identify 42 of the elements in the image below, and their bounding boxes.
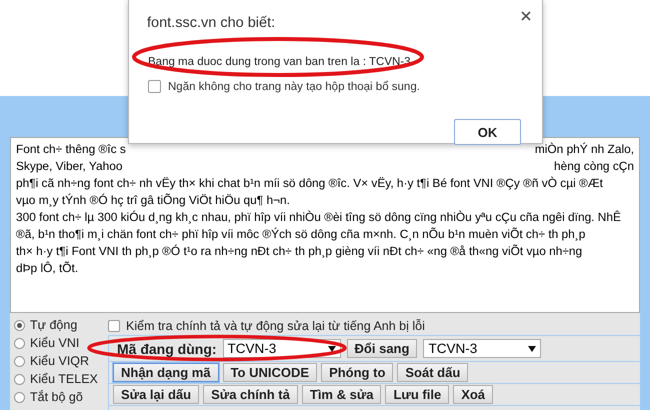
checkbox[interactable] [108, 320, 120, 332]
text-line: 300 font ch÷ lµ 300 kiÓu d¸ng kh¸c nhau, phï hîp víi nhiÒu ®èi tîng sö dông cïng nhiÒu yªu cÇu cña ngêi dïng. NhÊ [16, 209, 622, 226]
text-line: hèng còng cÇn [554, 158, 634, 175]
radio-label: Kiểu TELEX [30, 372, 98, 386]
text-area[interactable] [10, 137, 640, 313]
radio-label: Kiểu VNI [30, 336, 80, 350]
action-button[interactable]: Soát dấu [397, 363, 468, 382]
convert-button[interactable]: Đổi sang [346, 339, 418, 358]
text-line: miÒn phÝ nh Zalo, [534, 141, 634, 158]
action-button[interactable]: Phóng to [321, 363, 394, 382]
radio-button[interactable] [14, 392, 25, 402]
action-button[interactable]: Lưu file [385, 385, 450, 404]
dropdown-arrow-icon [328, 346, 336, 352]
ok-button[interactable]: OK [454, 119, 521, 145]
close-icon[interactable] [521, 11, 531, 21]
action-button[interactable]: Sửa lại dấu [113, 385, 200, 404]
checkbox[interactable] [148, 80, 161, 93]
text-line: ph¶i cã nh÷ng font ch÷ nh vËy th× khi chat b¹n míi sö dông ®îc. V× vËy, h·y t¶i Bé font VNI ®Çy ®ñ vÒ cµi ®Æt [16, 175, 604, 192]
radio-button[interactable] [14, 320, 25, 330]
action-button[interactable]: Xoá [453, 385, 494, 404]
radio-label: Tắt bộ gõ [30, 390, 83, 404]
source-encoding-label: Mã đang dùng: [117, 340, 217, 356]
action-button[interactable]: Tìm & sửa [302, 385, 382, 404]
text-line: vµo m¸y tÝnh ®Ó hç trî gâ tiÕng ViÖt hiÖu qu¶ h¬n. [16, 192, 291, 209]
radio-label: Tự động [30, 318, 78, 332]
radio-label: Kiểu VIQR [30, 354, 90, 368]
radio-button[interactable] [14, 356, 25, 366]
checkbox-label: Kiểm tra chính tả và tự động sửa lại từ tiếng Anh bị lỗi [126, 319, 425, 333]
radio-button[interactable] [14, 374, 25, 384]
radio-button[interactable] [14, 338, 25, 348]
dialog-title: font.ssc.vn cho biết: [147, 15, 276, 31]
checkbox-label: Ngăn không cho trang này tạo hộp thoại bổ sung. [168, 80, 420, 92]
text-line: Skype, Viber, Yahoo [16, 158, 122, 175]
text-line: th× h·y t¶i Font VNI th ph¸p ®Ó t¹o ra nh÷ng nÐt ch÷ th ph¸p gièng víi nÐt ch÷ «ng ®å th«ng viÕt vµo nh÷ng [16, 243, 584, 260]
text-line: Font ch÷ thêng ®îc s [16, 141, 126, 158]
action-button[interactable]: Sửa chính tả [203, 385, 298, 404]
target-encoding-dropdown[interactable]: TCVN-3 [423, 339, 542, 358]
dropdown-arrow-icon [528, 346, 536, 352]
action-button[interactable]: To UNICODE [222, 363, 318, 382]
action-button[interactable]: Nhận dạng mã [113, 363, 219, 382]
text-line: dÞp lÔ, tÕt. [16, 260, 80, 277]
text-line: ®ã, b¹n tho¶i m¸i chän font ch÷ phï hîp víi môc ®Ých sö dông cña m×nh. C¸n nÕu b¹n muèn viÕt ch÷ th ph¸p [16, 226, 586, 243]
